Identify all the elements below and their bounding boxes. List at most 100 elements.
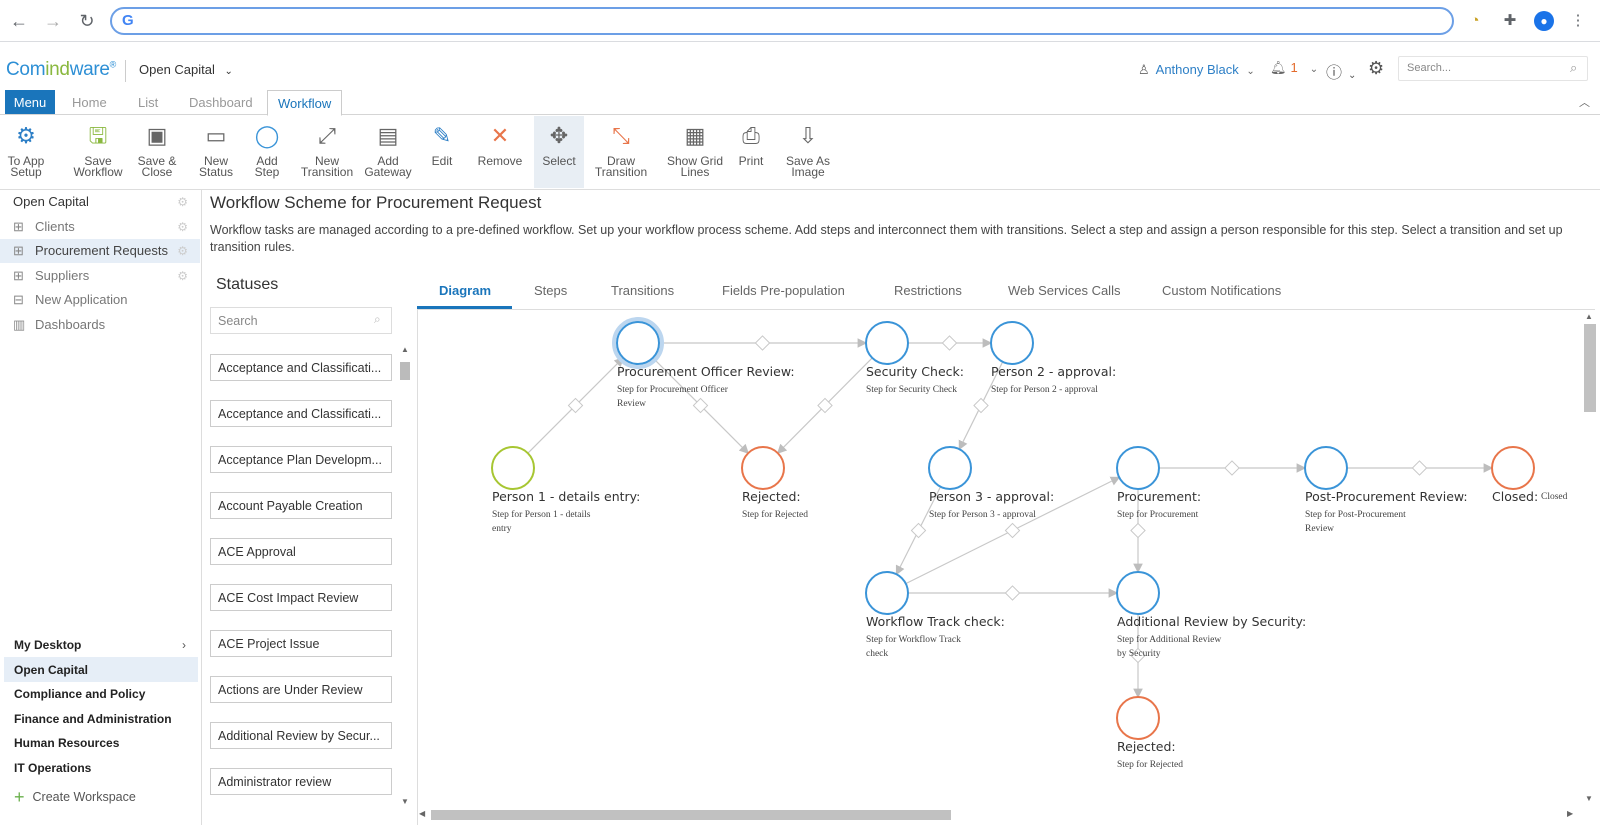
sidebar-item-suppliers[interactable]: ⊞ Suppliers ⚙ — [0, 264, 200, 288]
workflow-step-node[interactable]: Procurement Officer Review: Step for Proc… — [612, 317, 795, 409]
diagram-horizontal-scrollbar[interactable]: ◀ ▶ — [417, 807, 1595, 822]
status-item[interactable]: Account Payable Creation — [210, 492, 392, 519]
workspace-selector[interactable]: Open Capital ⌄ — [139, 62, 233, 77]
sidebar-item-new-application[interactable]: ⊟ New Application — [0, 288, 200, 312]
tab-home[interactable]: Home — [66, 90, 113, 115]
collapse-ribbon-icon[interactable]: ︿ — [1579, 94, 1590, 110]
search-icon[interactable]: ⌕ — [374, 312, 381, 327]
reload-icon[interactable]: ↻ — [76, 10, 98, 32]
tab-list[interactable]: List — [132, 90, 164, 115]
workflow-step-node[interactable]: Additional Review by Security: Step for A… — [1116, 571, 1306, 659]
transition-handle[interactable] — [754, 335, 771, 351]
tab-fields-pre-population[interactable]: Fields Pre-population — [722, 283, 845, 298]
status-item[interactable]: ACE Cost Impact Review — [210, 584, 392, 611]
user-menu[interactable]: ♙ Anthony Black ⌄ — [1138, 62, 1255, 78]
workflow-step-node[interactable]: Closed: Closed — [1491, 446, 1568, 504]
workflow-step-node[interactable]: Security Check: Step for Security Check — [865, 321, 964, 395]
status-item[interactable]: Acceptance Plan Developm... — [210, 446, 392, 473]
step-circle[interactable] — [1116, 446, 1160, 490]
step-circle[interactable] — [1116, 571, 1160, 615]
new-status-button[interactable]: ▭ New Status — [192, 116, 240, 188]
transition-handle[interactable] — [941, 335, 958, 351]
step-circle[interactable] — [1116, 696, 1160, 740]
sidebar-item-clients[interactable]: ⊞ Clients ⚙ — [0, 215, 200, 239]
step-circle[interactable] — [865, 571, 909, 615]
status-item[interactable]: ACE Approval — [210, 538, 392, 565]
global-search-input[interactable]: Search... — [1398, 56, 1588, 81]
forward-icon[interactable]: → — [42, 10, 64, 32]
workspace-finance[interactable]: Finance and Administration — [14, 712, 172, 726]
transition-handle[interactable] — [1004, 522, 1021, 539]
puzzle-icon[interactable]: ✚ — [1500, 11, 1520, 31]
step-circle[interactable] — [1304, 446, 1348, 490]
workspace-compliance[interactable]: Compliance and Policy — [14, 687, 145, 701]
transition-handle[interactable] — [910, 522, 927, 539]
step-circle[interactable] — [865, 321, 909, 365]
diagram-vertical-scrollbar[interactable]: ▲ ▼ — [1582, 312, 1597, 807]
step-circle[interactable] — [990, 321, 1034, 365]
workflow-step-node[interactable]: Procurement: Step for Procurement — [1116, 446, 1201, 520]
workflow-step-node[interactable]: Person 2 - approval: Step for Person 2 - … — [990, 321, 1116, 395]
workspace-open-capital[interactable]: Open Capital — [14, 663, 88, 677]
save-close-button[interactable]: ▣ Save & Close — [128, 116, 186, 188]
step-circle[interactable] — [741, 446, 785, 490]
workflow-step-node[interactable]: Rejected: Step for Rejected — [741, 446, 808, 520]
sidebar-item-procurement-requests[interactable]: ⊞ Procurement Requests ⚙ — [0, 239, 200, 263]
tab-workflow[interactable]: Workflow — [267, 90, 343, 116]
tab-custom-notifications[interactable]: Custom Notifications — [1162, 283, 1281, 298]
tab-restrictions[interactable]: Restrictions — [894, 283, 962, 298]
workspace-my-desktop[interactable]: My Desktop › — [14, 638, 186, 652]
workspace-it-operations[interactable]: IT Operations — [14, 761, 91, 775]
workflow-step-node[interactable]: Post-Procurement Review: Step for Post-Pr… — [1304, 446, 1468, 534]
print-button[interactable]: ⎙ Print — [728, 116, 774, 188]
status-item[interactable]: ACE Project Issue — [210, 630, 392, 657]
remove-button[interactable]: ✕ Remove — [472, 116, 528, 188]
statuses-search-input[interactable]: Search — [210, 307, 392, 334]
tab-transitions[interactable]: Transitions — [611, 283, 674, 298]
edit-button[interactable]: ✎ Edit — [420, 116, 464, 188]
settings-gear-icon[interactable]: ⚙ — [1368, 58, 1384, 79]
tab-menu[interactable]: Menu — [5, 90, 55, 114]
tab-diagram[interactable]: Diagram — [439, 283, 491, 298]
search-icon[interactable]: ⌕ — [1570, 60, 1577, 76]
sidebar-item-open-capital[interactable]: Open Capital ⚙ — [0, 190, 200, 214]
show-grid-lines-button[interactable]: ▦ Show Grid Lines — [662, 116, 728, 188]
transition-handle[interactable] — [1224, 460, 1240, 476]
workflow-step-node[interactable]: Rejected: Step for Rejected — [1116, 696, 1183, 770]
profile-icon[interactable]: ● — [1534, 11, 1554, 31]
status-item[interactable]: Administrator review — [210, 768, 392, 795]
tab-steps[interactable]: Steps — [534, 283, 567, 298]
status-item[interactable]: Acceptance and Classificati... — [210, 400, 392, 427]
help-icon[interactable]: ⓘ ⌄ — [1326, 59, 1356, 83]
add-gateway-button[interactable]: ▤ Add Gateway — [360, 116, 416, 188]
sidebar-item-dashboards[interactable]: ▥ Dashboards — [0, 313, 200, 337]
status-item[interactable]: Acceptance and Classificati... — [210, 354, 392, 381]
tab-web-services-calls[interactable]: Web Services Calls — [1008, 283, 1120, 298]
address-bar[interactable]: G — [110, 7, 1454, 35]
save-workflow-button[interactable]: 🖫 Save Workflow — [66, 116, 130, 188]
draw-transition-button[interactable]: ⤡ Draw Transition — [590, 116, 652, 188]
workflow-step-node[interactable]: Person 1 - details entry: Step for Person… — [491, 446, 640, 534]
add-step-button[interactable]: ◯ Add Step — [248, 116, 286, 188]
workflow-step-node[interactable]: Workflow Track check: Step for Workflow T… — [865, 571, 1005, 659]
notifications-button[interactable]: 🔔︎ 1 ⌄ — [1270, 60, 1318, 76]
create-workspace-button[interactable]: + Create Workspace — [14, 787, 136, 808]
select-button[interactable]: ✥ Select — [534, 116, 584, 188]
new-transition-button[interactable]: ⤢ New Transition — [298, 116, 356, 188]
workflow-diagram[interactable]: Procurement Officer Review: Step for Proc… — [417, 310, 1595, 825]
transition-handle[interactable] — [1411, 460, 1428, 476]
transition-handle[interactable] — [1004, 585, 1021, 601]
step-circle[interactable] — [1491, 446, 1535, 490]
workspace-hr[interactable]: Human Resources — [14, 736, 119, 750]
kebab-menu-icon[interactable]: ⋮ — [1568, 11, 1588, 31]
status-item[interactable]: Actions are Under Review — [210, 676, 392, 703]
statuses-scrollbar[interactable]: ▲ ▼ — [398, 345, 412, 815]
diagram-canvas[interactable]: Procurement Officer Review: Step for Proc… — [418, 310, 1583, 807]
logo[interactable]: Comindware® — [6, 59, 116, 81]
back-icon[interactable]: ← — [8, 10, 30, 32]
transition-handle[interactable] — [1130, 522, 1146, 539]
status-item[interactable]: Additional Review by Secur... — [210, 722, 392, 749]
step-circle[interactable] — [616, 321, 660, 365]
step-circle[interactable] — [491, 446, 535, 490]
step-circle[interactable] — [928, 446, 972, 490]
